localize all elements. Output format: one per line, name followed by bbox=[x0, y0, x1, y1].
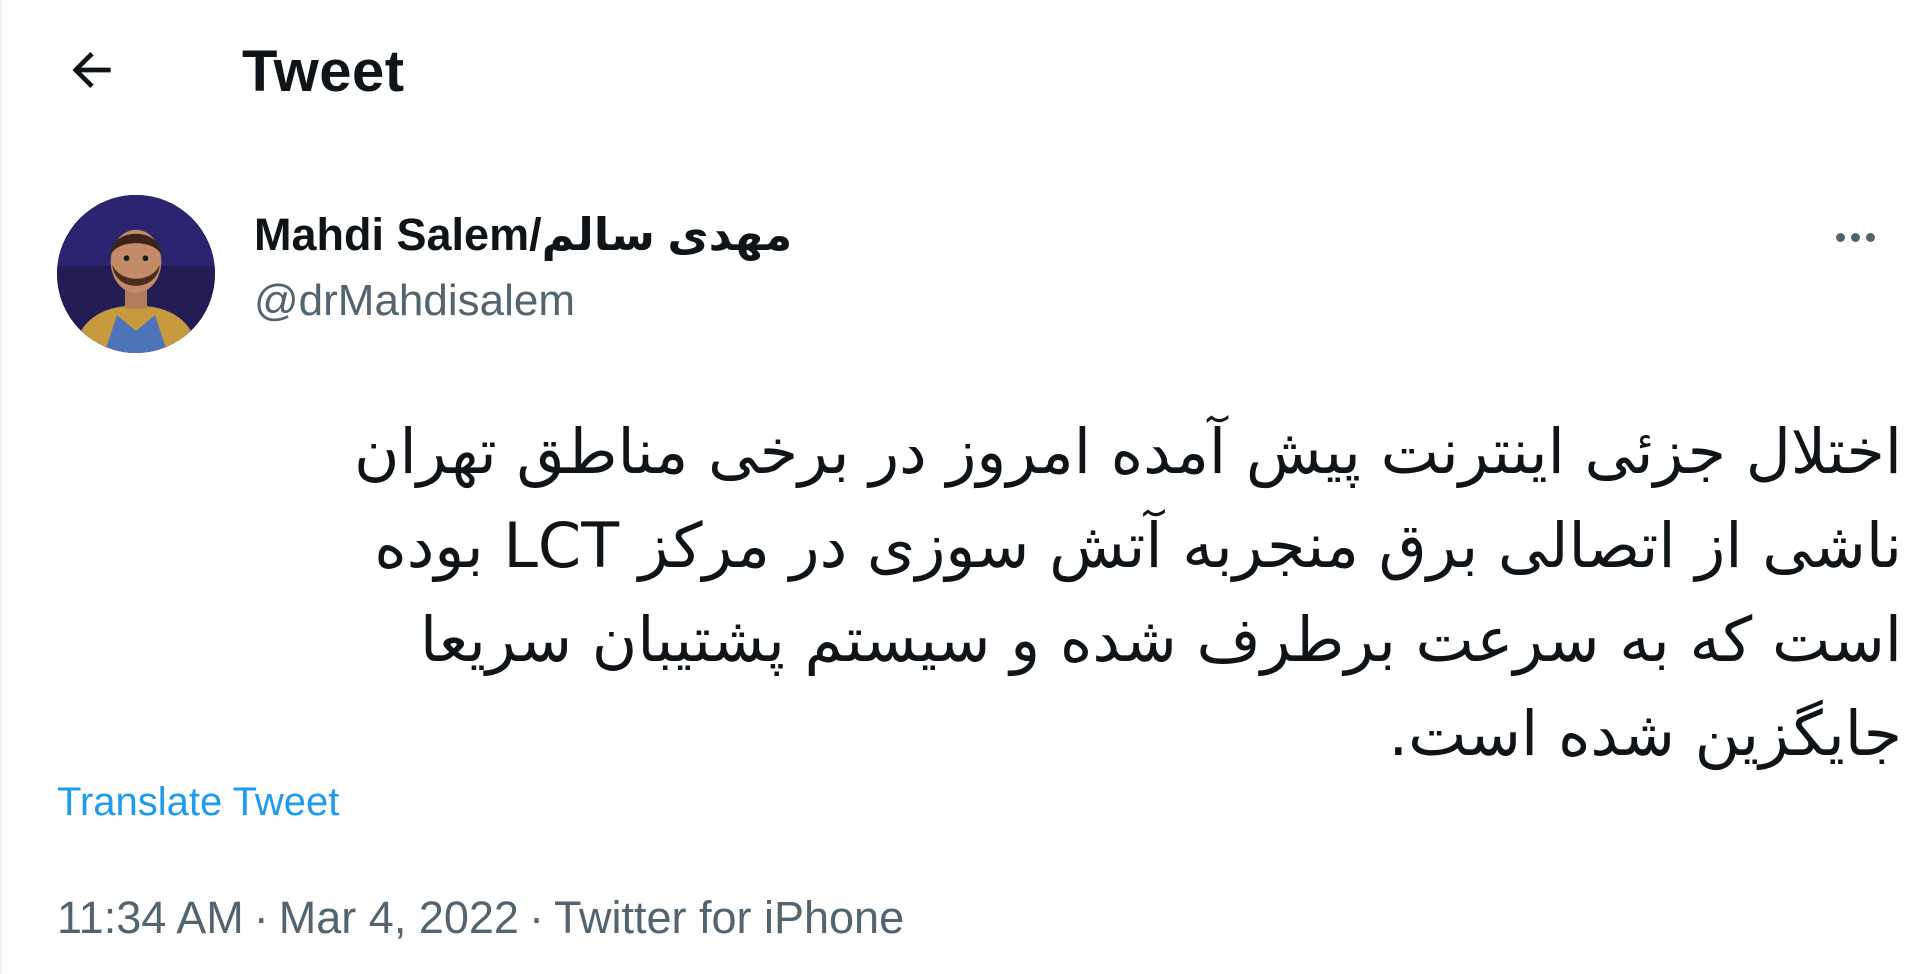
author-handle[interactable]: @drMahdisalem bbox=[254, 276, 575, 326]
tweet-metadata: 11:34 AM · Mar 4, 2022 · Twitter for iPhone bbox=[57, 892, 904, 944]
user-avatar bbox=[57, 195, 215, 353]
tweet-text-line: ناشی از اتصالی برق منجربه آتش سوزی در مر… bbox=[374, 509, 1902, 582]
tweet-text-line: است که به سرعت برطرف شده و سیستم پشتیبان… bbox=[419, 603, 1902, 676]
arrow-left-icon bbox=[72, 52, 111, 88]
back-button[interactable] bbox=[52, 30, 132, 110]
more-horizontal-icon bbox=[1833, 229, 1878, 247]
page-title: Tweet bbox=[242, 39, 405, 104]
tweet-text-line: جایگزین شده است. bbox=[1388, 697, 1902, 770]
separator: · bbox=[253, 892, 269, 943]
tweet-text: اختلال جزئی اینترنت پیش آمده امروز در بر… bbox=[62, 405, 1902, 781]
translate-tweet-link[interactable]: Translate Tweet bbox=[57, 780, 339, 825]
tweet-text-line: اختلال جزئی اینترنت پیش آمده امروز در بر… bbox=[353, 415, 1902, 488]
more-options-button[interactable] bbox=[1820, 208, 1890, 268]
tweet-date[interactable]: Mar 4, 2022 bbox=[279, 892, 519, 943]
author-name[interactable]: Mahdi Salem/مهدی سالم bbox=[254, 208, 792, 261]
tweet-page: Tweet Mahdi Salem/مهدی سالم @drMahdisale… bbox=[0, 0, 1920, 974]
page-header: Tweet bbox=[2, 0, 1920, 140]
separator: · bbox=[528, 892, 544, 943]
avatar[interactable] bbox=[57, 195, 215, 353]
tweet-source[interactable]: Twitter for iPhone bbox=[554, 892, 904, 943]
tweet-time[interactable]: 11:34 AM bbox=[57, 892, 244, 943]
